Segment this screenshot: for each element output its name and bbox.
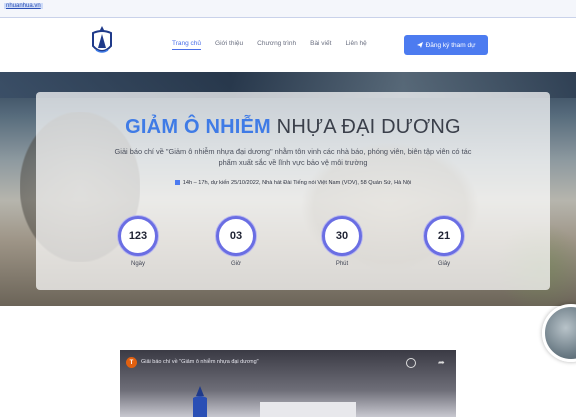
countdown-days: 123 Ngày	[117, 216, 159, 267]
hero-section: GIẢM Ô NHIỄM NHỰA ĐẠI DƯƠNG Giải báo chí…	[0, 72, 576, 306]
countdown-value: 30	[322, 216, 362, 256]
hero-description: Giải báo chí về "Giảm ô nhiễm nhựa đại d…	[114, 147, 472, 167]
countdown-label: Giây	[437, 261, 451, 267]
site-header: Trang chủ Giới thiệu Chương trình Bài vi…	[0, 18, 576, 72]
event-info: 14h – 17h, dự kiến 25/10/2022, Nhà hát Đ…	[36, 180, 550, 186]
address-bar[interactable]: nhuanhua.vn	[0, 0, 576, 18]
countdown-seconds: 21 Giây	[423, 216, 465, 267]
emblem-icon	[193, 386, 207, 417]
watch-later-icon[interactable]	[406, 358, 416, 368]
menu-item-contact[interactable]: Liên hệ	[345, 40, 366, 50]
video-title[interactable]: Giải báo chí về "Giảm ô nhiễm nhựa đại d…	[141, 359, 259, 365]
video-panel	[260, 402, 356, 417]
send-icon	[416, 42, 423, 48]
countdown-value: 21	[424, 216, 464, 256]
countdown-label: Phút	[335, 261, 349, 267]
register-label: Đăng ký tham dự	[425, 41, 476, 49]
title-highlight: GIẢM Ô NHIỄM	[125, 116, 271, 138]
title-rest: NHỰA ĐẠI DƯƠNG	[276, 116, 461, 138]
countdown-label: Giờ	[231, 261, 241, 267]
countdown-value: 03	[216, 216, 256, 256]
share-icon[interactable]: ➦	[438, 358, 445, 367]
calendar-icon	[174, 180, 180, 186]
register-button[interactable]: Đăng ký tham dự	[404, 35, 488, 55]
main-menu: Trang chủ Giới thiệu Chương trình Bài vi…	[172, 40, 367, 50]
url-text[interactable]: nhuanhua.vn	[4, 3, 43, 9]
countdown-hours: 03 Giờ	[215, 216, 257, 267]
menu-item-program[interactable]: Chương trình	[257, 40, 296, 50]
countdown-value: 123	[118, 216, 158, 256]
countdown-label: Ngày	[130, 261, 145, 267]
hero-title: GIẢM Ô NHIỄM NHỰA ĐẠI DƯƠNG	[36, 116, 550, 139]
hero-card: GIẢM Ô NHIỄM NHỰA ĐẠI DƯƠNG Giải báo chí…	[36, 92, 550, 290]
logo-icon[interactable]	[90, 24, 114, 58]
video-embed[interactable]: T Giải báo chí về "Giảm ô nhiễm nhựa đại…	[120, 350, 456, 417]
menu-item-about[interactable]: Giới thiệu	[215, 40, 243, 50]
menu-item-articles[interactable]: Bài viết	[310, 40, 331, 50]
channel-avatar[interactable]: T	[126, 357, 137, 368]
floating-thumbnail[interactable]	[542, 304, 576, 362]
menu-item-home[interactable]: Trang chủ	[172, 40, 202, 50]
event-info-text: 14h – 17h, dự kiến 25/10/2022, Nhà hát Đ…	[182, 180, 412, 186]
countdown-minutes: 30 Phút	[321, 216, 363, 267]
